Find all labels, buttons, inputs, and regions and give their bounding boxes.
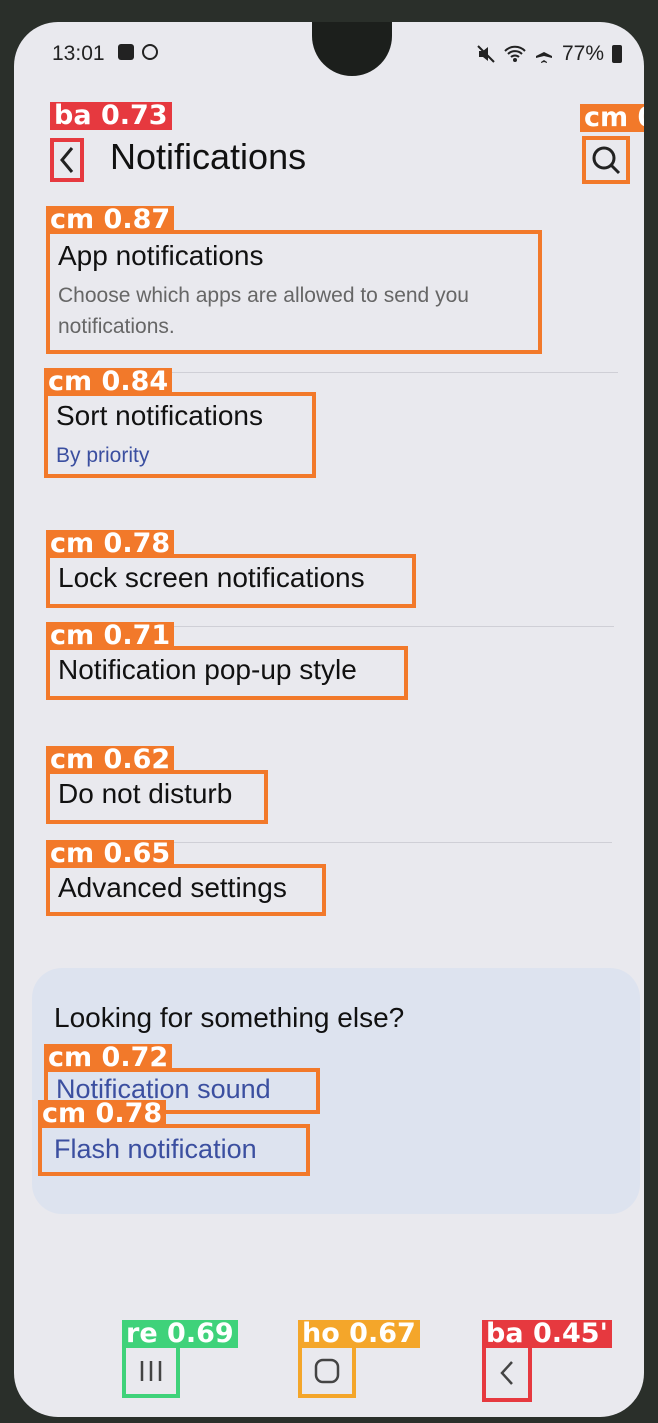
page-title: Notifications (110, 136, 307, 177)
link-flash-notification[interactable]: Flash notification (38, 1124, 310, 1176)
phone-screen: 13:01 77% Notifications ba 0.73 cm cm 0.… (14, 22, 644, 1417)
status-bar: 13:01 77% (14, 22, 644, 82)
menu-item-advanced-settings[interactable]: Advanced settings (46, 864, 326, 916)
recents-icon (140, 1361, 162, 1381)
mute-icon (477, 45, 495, 63)
nav-back-button[interactable] (482, 1344, 532, 1402)
item-title: App notifications (58, 240, 264, 271)
battery-percent: 77% (561, 42, 604, 65)
battery-icon (612, 45, 622, 63)
airplane-icon (535, 45, 552, 63)
menu-item-app-notifications[interactable]: App notifications Choose which apps are … (46, 230, 542, 354)
item-title: Advanced settings (58, 872, 287, 903)
app-header: Notifications (14, 122, 644, 202)
item-title: Do not disturb (58, 778, 233, 809)
menu-item-popup-style[interactable]: Notification pop-up style (46, 646, 408, 700)
status-right-icons: 77% (476, 42, 622, 66)
sync-icon (142, 44, 158, 60)
status-left-icons (118, 42, 158, 60)
wifi-icon (504, 45, 526, 62)
search-icon (592, 146, 621, 175)
home-icon (314, 1358, 340, 1384)
chevron-left-icon (60, 147, 74, 173)
recents-button[interactable] (122, 1344, 180, 1398)
item-subtitle: Choose which apps are allowed to send yo… (58, 284, 469, 338)
back-button[interactable] (50, 138, 84, 182)
item-title: Notification pop-up style (58, 654, 357, 685)
menu-item-lock-screen-notifications[interactable]: Lock screen notifications (46, 554, 416, 608)
menu-item-sort-notifications[interactable]: Sort notifications By priority (44, 392, 316, 478)
item-title: Sort notifications (56, 400, 263, 431)
chevron-left-icon (500, 1361, 513, 1385)
link-text: Flash notification (54, 1134, 257, 1164)
message-icon (118, 44, 134, 60)
home-button[interactable] (298, 1344, 356, 1398)
search-button[interactable] (582, 136, 630, 184)
item-subtitle: By priority (56, 444, 150, 467)
detection-label-search: cm 0 (580, 104, 644, 132)
suggestions-title: Looking for something else? (54, 1002, 405, 1033)
item-title: Lock screen notifications (58, 562, 365, 593)
status-time: 13:01 (52, 42, 105, 65)
detection-label-back: ba 0.73 (50, 102, 172, 130)
menu-item-do-not-disturb[interactable]: Do not disturb (46, 770, 268, 824)
